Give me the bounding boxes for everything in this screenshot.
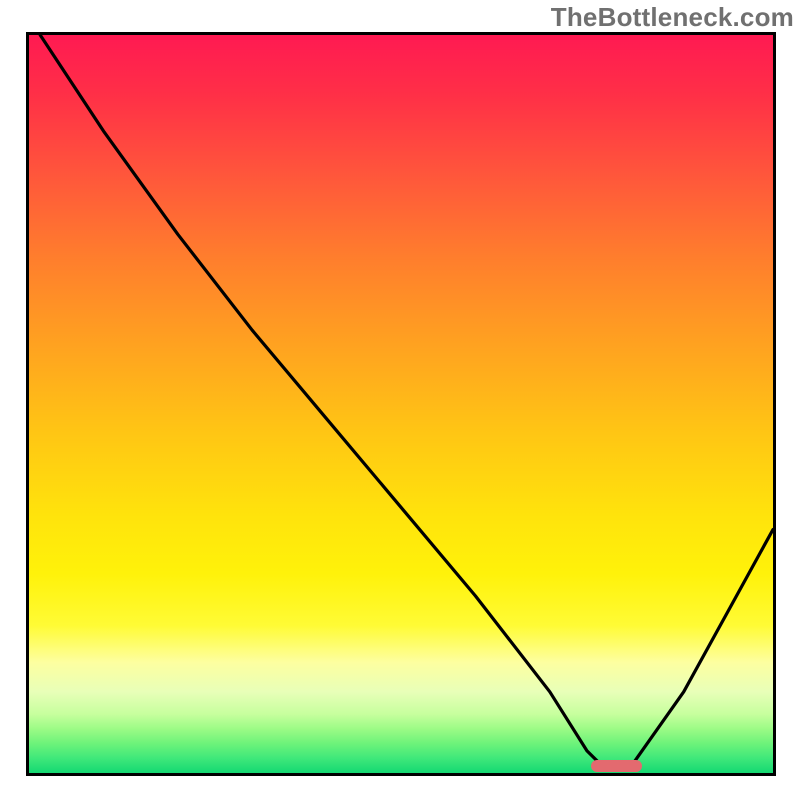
watermark-label: TheBottleneck.com bbox=[551, 2, 794, 33]
chart-frame: TheBottleneck.com bbox=[0, 0, 800, 800]
bottleneck-curve bbox=[40, 35, 773, 766]
plot-area bbox=[26, 32, 776, 776]
optimum-marker bbox=[591, 760, 642, 772]
curve-layer bbox=[29, 35, 773, 773]
